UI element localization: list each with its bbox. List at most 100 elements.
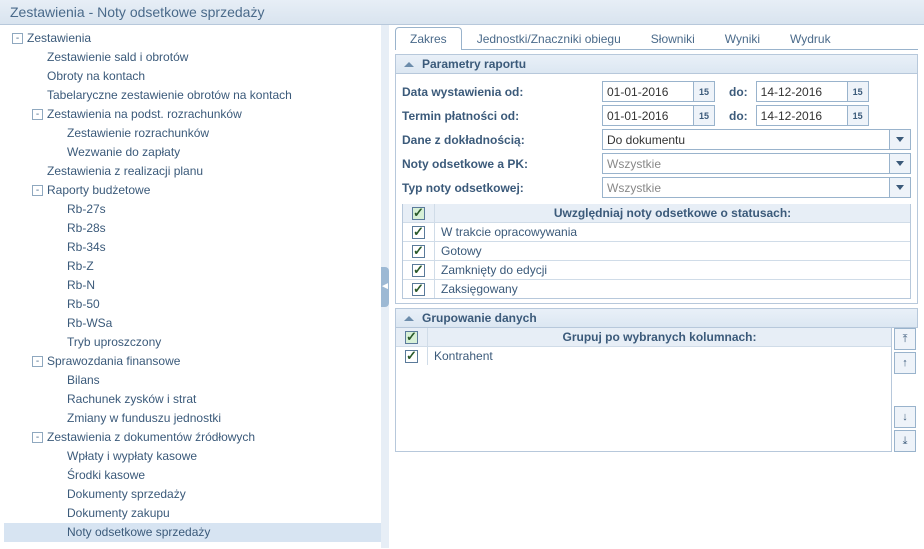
tree-item[interactable]: -Zestawienia z dokumentów źródłowych bbox=[4, 428, 381, 447]
tree-label: Zmiany w funduszu jednostki bbox=[67, 411, 221, 425]
checkbox[interactable] bbox=[412, 264, 425, 277]
tree-label: Rb-28s bbox=[67, 221, 106, 235]
tree-label: Noty odsetkowe sprzedaży bbox=[67, 525, 210, 539]
tree-item[interactable]: Zestawienie sald i obrotów bbox=[4, 48, 381, 67]
paydate-to-input[interactable] bbox=[756, 105, 848, 126]
checkbox[interactable] bbox=[412, 226, 425, 239]
checkbox[interactable] bbox=[412, 283, 425, 296]
table-row: Zamknięty do edycji bbox=[403, 260, 910, 279]
tree-label: Obroty na kontach bbox=[47, 69, 145, 83]
tree-item[interactable]: Zestawienia z realizacji planu bbox=[4, 162, 381, 181]
group-grid-header: Grupuj po wybranych kolumnach: bbox=[428, 328, 891, 346]
status-grid-header: Uwzględniaj noty odsetkowe o statusach: bbox=[435, 204, 910, 222]
notes-pk-select[interactable] bbox=[602, 153, 890, 174]
tabs: ZakresJednostki/Znaczniki obieguSłowniki… bbox=[395, 27, 918, 50]
move-top-button[interactable]: ⤒ bbox=[894, 328, 916, 350]
tree-label: Zestawienia na podst. rozrachunków bbox=[47, 107, 242, 121]
tree-item[interactable]: Rb-50 bbox=[4, 295, 381, 314]
tree-item[interactable]: -Sprawozdania finansowe bbox=[4, 352, 381, 371]
date-issue-from-input[interactable] bbox=[602, 81, 694, 102]
calendar-icon[interactable]: 15 bbox=[848, 81, 869, 102]
section-params[interactable]: Parametry raportu bbox=[395, 54, 918, 74]
tree-label: Sprawozdania finansowe bbox=[47, 354, 180, 368]
status-label: W trakcie opracowywania bbox=[435, 223, 910, 241]
tree-toggle-icon[interactable]: - bbox=[32, 109, 43, 120]
tree-item[interactable]: Rb-N bbox=[4, 276, 381, 295]
move-bottom-button[interactable]: ⤓ bbox=[894, 430, 916, 452]
date-issue-to-input[interactable] bbox=[756, 81, 848, 102]
group-label: Kontrahent bbox=[428, 347, 891, 365]
tree-sidebar: -ZestawieniaZestawienie sald i obrotów Ob… bbox=[0, 25, 381, 548]
tree-item[interactable]: Tabelaryczne zestawienie obrotów na kont… bbox=[4, 86, 381, 105]
tree-item[interactable]: -Raporty budżetowe bbox=[4, 181, 381, 200]
move-down-button[interactable]: ↓ bbox=[894, 406, 916, 428]
tree-label: Rachunek zysków i strat bbox=[67, 392, 196, 406]
tree-item[interactable]: Zmiany w funduszu jednostki bbox=[4, 409, 381, 428]
tree-item[interactable]: Obroty na kontach bbox=[4, 67, 381, 86]
tree-label: Wezwanie do zapłaty bbox=[67, 145, 180, 159]
tree-toggle-icon[interactable]: - bbox=[32, 356, 43, 367]
precision-label: Dane z dokładnością: bbox=[402, 133, 602, 147]
tab[interactable]: Wyniki bbox=[710, 27, 775, 50]
tree-label: Tryb uproszczony bbox=[67, 335, 161, 349]
section-grouping[interactable]: Grupowanie danych bbox=[395, 308, 918, 328]
table-row: Zaksięgowany bbox=[403, 279, 910, 298]
tree-toggle-icon[interactable]: - bbox=[32, 185, 43, 196]
calendar-icon[interactable]: 15 bbox=[694, 105, 715, 126]
tree-item[interactable]: Dokumenty zakupu bbox=[4, 504, 381, 523]
tree-item[interactable]: -Zestawienia bbox=[4, 29, 381, 48]
tree-label: Rb-27s bbox=[67, 202, 106, 216]
notes-pk-label: Noty odsetkowe a PK: bbox=[402, 157, 602, 171]
status-label: Gotowy bbox=[435, 242, 910, 260]
paydate-from-input[interactable] bbox=[602, 105, 694, 126]
tree-label: Zestawienie rozrachunków bbox=[67, 126, 209, 140]
move-up-button[interactable]: ↑ bbox=[894, 352, 916, 374]
collapse-up-icon bbox=[404, 62, 414, 67]
tree-item[interactable]: Wpłaty i wypłaty kasowe bbox=[4, 447, 381, 466]
tab[interactable]: Zakres bbox=[395, 27, 462, 50]
check-all[interactable] bbox=[405, 331, 418, 344]
tree-label: Tabelaryczne zestawienie obrotów na kont… bbox=[47, 88, 292, 102]
checkbox[interactable] bbox=[412, 245, 425, 258]
tree-item[interactable]: Dokumenty sprzedaży bbox=[4, 485, 381, 504]
status-label: Zamknięty do edycji bbox=[435, 261, 910, 279]
tree-item[interactable]: Wezwanie do zapłaty bbox=[4, 143, 381, 162]
tree-label: Rb-WSa bbox=[67, 316, 112, 330]
tree-item[interactable]: Rb-28s bbox=[4, 219, 381, 238]
paydate-label: Termin płatności od: bbox=[402, 109, 602, 123]
chevron-down-icon[interactable] bbox=[890, 177, 911, 198]
collapse-icon[interactable]: ◄ bbox=[381, 267, 389, 307]
tree-item[interactable]: -Zestawienia na podst. rozrachunków bbox=[4, 105, 381, 124]
chevron-down-icon[interactable] bbox=[890, 153, 911, 174]
note-type-select[interactable] bbox=[602, 177, 890, 198]
tree-item[interactable]: Tryb uproszczony bbox=[4, 333, 381, 352]
tree-item[interactable]: Bilans bbox=[4, 371, 381, 390]
tree-item[interactable]: Rb-34s bbox=[4, 238, 381, 257]
tree-item[interactable]: Rb-WSa bbox=[4, 314, 381, 333]
tab[interactable]: Słowniki bbox=[636, 27, 710, 50]
tree-item[interactable]: Noty odsetkowe sprzedaży bbox=[4, 523, 381, 542]
section-params-title: Parametry raportu bbox=[422, 57, 526, 71]
tree-label: Środki kasowe bbox=[67, 468, 145, 482]
tree-item[interactable]: Rb-Z bbox=[4, 257, 381, 276]
table-row[interactable]: Kontrahent bbox=[396, 346, 891, 365]
calendar-icon[interactable]: 15 bbox=[694, 81, 715, 102]
tree-item[interactable]: Środki kasowe bbox=[4, 466, 381, 485]
splitter[interactable]: ◄ bbox=[381, 25, 389, 548]
to-label: do: bbox=[729, 109, 748, 123]
chevron-down-icon[interactable] bbox=[890, 129, 911, 150]
tree-label: Rb-34s bbox=[67, 240, 106, 254]
checkbox[interactable] bbox=[405, 350, 418, 363]
calendar-icon[interactable]: 15 bbox=[848, 105, 869, 126]
page-title: Zestawienia - Noty odsetkowe sprzedaży bbox=[0, 0, 924, 25]
tree-item[interactable]: Rachunek zysków i strat bbox=[4, 390, 381, 409]
tree-item[interactable]: Rb-27s bbox=[4, 200, 381, 219]
tree-item[interactable]: Zestawienie rozrachunków bbox=[4, 124, 381, 143]
precision-select[interactable] bbox=[602, 129, 890, 150]
tree-toggle-icon[interactable]: - bbox=[32, 432, 43, 443]
tree-label: Rb-N bbox=[67, 278, 95, 292]
tree-toggle-icon[interactable]: - bbox=[12, 33, 23, 44]
tab[interactable]: Wydruk bbox=[775, 27, 846, 50]
tab[interactable]: Jednostki/Znaczniki obiegu bbox=[462, 27, 636, 50]
check-all[interactable] bbox=[412, 207, 425, 220]
